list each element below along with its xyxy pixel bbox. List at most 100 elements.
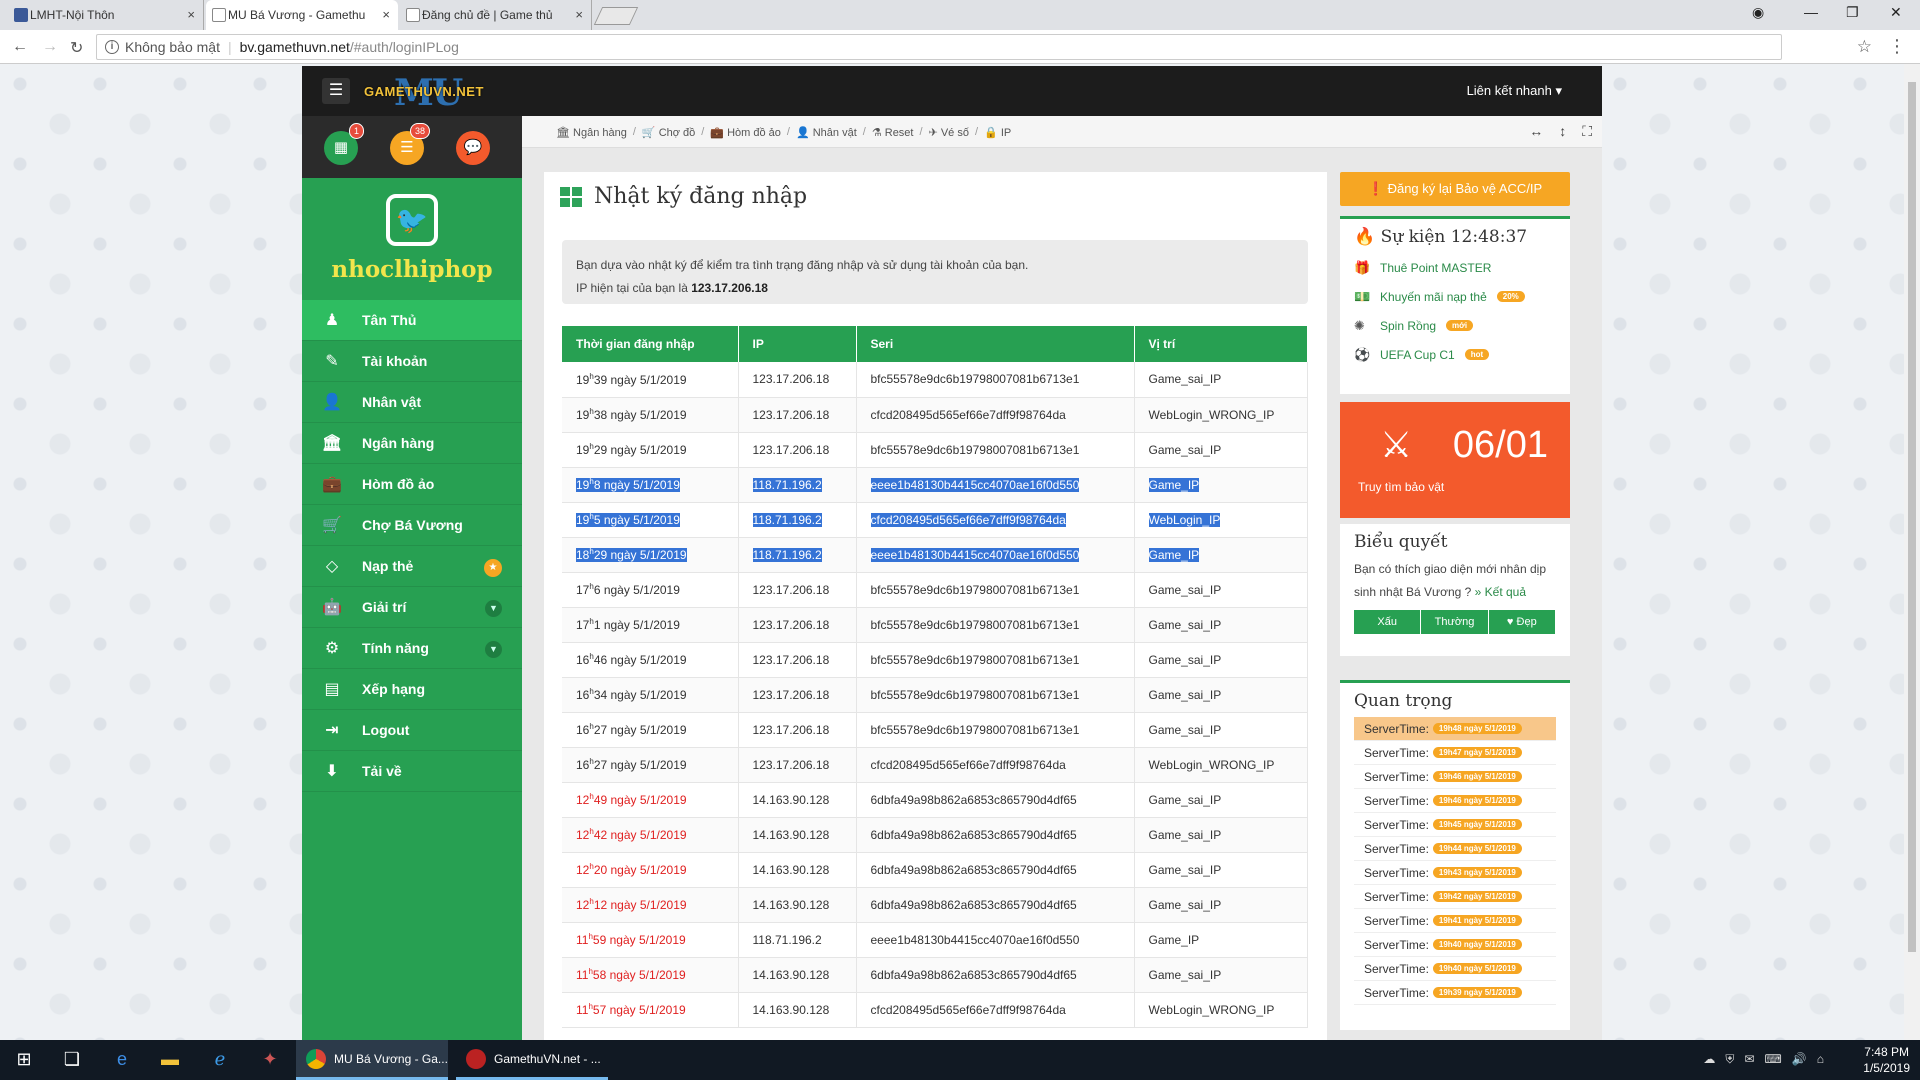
events-card: 🔥 Sự kiện 12:48:37 🎁 Thuê Point MASTER 💵 K… [1340, 216, 1570, 394]
table-cell: 19h39 ngày 5/1/2019 [562, 362, 739, 398]
quick-links-dropdown[interactable]: Liên kết nhanh ▾ [1467, 83, 1562, 99]
expand-height-icon[interactable]: ↕ [1559, 123, 1566, 140]
close-tab-icon[interactable]: × [187, 7, 195, 22]
network-icon[interactable]: ⌂ [1817, 1052, 1824, 1067]
table-row: 19h39 ngày 5/1/2019 123.17.206.18 bfc55578… [562, 362, 1308, 398]
profile-icon[interactable]: ◉ [1752, 4, 1764, 21]
breadcrumb-cho-do[interactable]: 🛒 Chợ đồ [642, 126, 695, 139]
tab-lmht[interactable]: LMHT-Nội Thôn × [8, 0, 204, 30]
chevron-down-icon[interactable]: ▼ [485, 641, 502, 658]
internet-explorer-icon[interactable]: ℯ [208, 1049, 232, 1070]
event-item[interactable]: ⚽ UEFA Cup C1 hot [1340, 340, 1570, 369]
tab-dang-chu-de[interactable]: Đăng chủ đề | Game thủ × [400, 0, 592, 30]
table-cell: 14.163.90.128 [738, 957, 857, 993]
table-row: 19h29 ngày 5/1/2019 123.17.206.18 bfc55578… [562, 432, 1308, 468]
poll-normal-button[interactable]: Thường [1421, 610, 1489, 634]
tab-mu-ba-vuong[interactable]: MU Bá Vương - Gamethu × [206, 0, 398, 30]
cell-text: 19h39 ngày 5/1/2019 [576, 371, 687, 387]
forward-button[interactable]: → [42, 38, 58, 56]
tray-icon[interactable]: ☁ [1703, 1052, 1715, 1067]
breadcrumb-reset[interactable]: ⚗ Reset [872, 126, 914, 139]
taskbar-app-gamethuvn[interactable]: GamethuVN.net - ... [456, 1040, 608, 1080]
reload-button[interactable]: ↻ [70, 38, 83, 58]
sidebar-item-nap-the[interactable]: ◇ Nạp thẻ ★ [302, 546, 522, 587]
protect-account-button[interactable]: ❗ Đăng ký lại Bảo vệ ACC/IP [1340, 172, 1570, 206]
back-button[interactable]: ← [12, 38, 28, 56]
event-item[interactable]: 🎁 Thuê Point MASTER [1340, 253, 1570, 282]
poll-results-link[interactable]: » Kết quả [1475, 585, 1526, 599]
breadcrumb-ve-so[interactable]: ✈ Vé số [929, 126, 969, 139]
breadcrumb-ip[interactable]: 🔒 IP [984, 126, 1011, 139]
site-logo[interactable]: MU GAMETHUVN.NET [360, 72, 490, 114]
table-row: 19h8 ngày 5/1/2019 118.71.196.2 eeee1b4813… [562, 467, 1308, 503]
edit-icon: ✎ [325, 353, 339, 370]
edge-icon[interactable]: e [110, 1049, 134, 1070]
bookmark-star-icon[interactable]: ☆ [1857, 37, 1872, 57]
breadcrumb-hom-do-ao[interactable]: 💼 Hòm đồ ảo [710, 126, 781, 139]
sidebar-item-tai-ve[interactable]: ⬇ Tải về [302, 751, 522, 792]
sidebar-item-nhan-vat[interactable]: 👤 Nhân vật [302, 382, 522, 423]
menu-icon[interactable]: ⋮ [1888, 36, 1906, 57]
sidebar-item-label: Logout [362, 722, 410, 738]
star-badge-icon: ★ [484, 559, 502, 577]
clock[interactable]: 7:48 PM 1/5/2019 [1863, 1044, 1910, 1076]
cell-text: 11h59 ngày 5/1/2019 [576, 932, 686, 947]
tray-icon[interactable]: ⌨ [1764, 1052, 1781, 1067]
sidebar-item-giai-tri[interactable]: 🤖 Giải trí ▼ [302, 587, 522, 628]
cell-text: 118.71.196.2 [752, 512, 822, 527]
sidebar-item-tai-khoan[interactable]: ✎ Tài khoản [302, 341, 522, 382]
fullscreen-icon[interactable]: ⛶ [1582, 123, 1592, 140]
sidebar-item-tinh-nang[interactable]: ⚙ Tính năng ▼ [302, 628, 522, 669]
url-input[interactable]: i Không bảo mật | bv.gamethuvn.net /#aut… [96, 34, 1782, 60]
taskbar-app-chrome[interactable]: MU Bá Vương - Ga... [296, 1040, 448, 1080]
url-path: /#auth/loginIPLog [349, 39, 459, 55]
page-scrollbar[interactable] [1904, 64, 1920, 1040]
volume-icon[interactable]: 🔊 [1792, 1052, 1807, 1067]
event-tag: 20% [1496, 291, 1525, 302]
event-item[interactable]: 💵 Khuyến mãi nạp thẻ 20% [1340, 282, 1570, 311]
sidebar-item-logout[interactable]: ⇥ Logout [302, 710, 522, 751]
sidebar-item-label: Ngân hàng [362, 435, 435, 451]
close-tab-icon[interactable]: × [382, 7, 390, 22]
scrollbar-thumb[interactable] [1908, 82, 1916, 952]
expand-width-icon[interactable]: ↔ [1529, 123, 1543, 140]
chevron-down-icon[interactable]: ▼ [485, 600, 502, 617]
restore-button[interactable]: ❐ [1846, 4, 1859, 21]
gears-icon: ⚙ [324, 640, 340, 657]
calendar-button[interactable]: ▦ 1 [324, 123, 364, 165]
table-cell: 6dbfa49a98b862a6853c865790d4df65 [856, 817, 1135, 853]
hamburger-icon[interactable]: ☰ [322, 78, 350, 104]
chat-button[interactable]: 💬 [456, 131, 490, 165]
table-cell: 14.163.90.128 [738, 782, 857, 818]
sidebar-item-hom-do-ao[interactable]: 💼 Hòm đồ ảo [302, 464, 522, 505]
sidebar-item-ngan-hang[interactable]: 🏛 Ngân hàng [302, 423, 522, 464]
breadcrumb-nhan-vat[interactable]: 👤 Nhân vật [796, 126, 857, 139]
task-view-icon[interactable]: ❏ [60, 1049, 84, 1070]
tray-icon[interactable]: ⛨ [1725, 1052, 1734, 1067]
event-item[interactable]: ✺ Spin Rồng mới [1340, 311, 1570, 340]
tray-icon[interactable]: ✉ [1744, 1052, 1754, 1067]
windows-start-icon[interactable]: ⊞ [12, 1049, 36, 1070]
sidebar-item-xep-hang[interactable]: ▤ Xếp hạng [302, 669, 522, 710]
list-button[interactable]: ☰ 38 [390, 123, 430, 165]
new-tab-button[interactable] [593, 7, 639, 25]
cell-text: Game_sai_IP [1148, 372, 1222, 387]
game-icon[interactable]: ✦ [258, 1049, 282, 1070]
poll-ugly-button[interactable]: Xấu [1354, 610, 1422, 634]
cell-text: Game_sai_IP [1148, 967, 1222, 982]
sidebar-item-cho-ba-vuong[interactable]: 🛒 Chợ Bá Vương [302, 505, 522, 546]
twitter-icon[interactable]: 🐦 [386, 194, 438, 246]
bank-icon: 🏛 [321, 435, 343, 452]
minimize-button[interactable]: — [1804, 4, 1818, 20]
breadcrumb-ngan-hang[interactable]: 🏛 Ngân hàng [556, 126, 627, 139]
treasure-hunt-card[interactable]: ⚔ 06/01 Truy tìm bảo vật [1340, 402, 1570, 518]
table-cell: 123.17.206.18 [738, 432, 857, 468]
sidebar-item-label: Tính năng [362, 640, 429, 656]
close-window-button[interactable]: ✕ [1890, 4, 1902, 21]
file-explorer-icon[interactable]: ▬ [158, 1049, 182, 1070]
poll-nice-button[interactable]: ♥ Đẹp [1488, 610, 1556, 634]
sidebar-item-tan-thu[interactable]: ♟ Tân Thủ [302, 300, 522, 341]
poll-question: Bạn có thích giao diện mới nhân dịp sinh… [1340, 558, 1570, 604]
close-tab-icon[interactable]: × [575, 7, 583, 22]
info-icon[interactable]: i [105, 40, 119, 54]
